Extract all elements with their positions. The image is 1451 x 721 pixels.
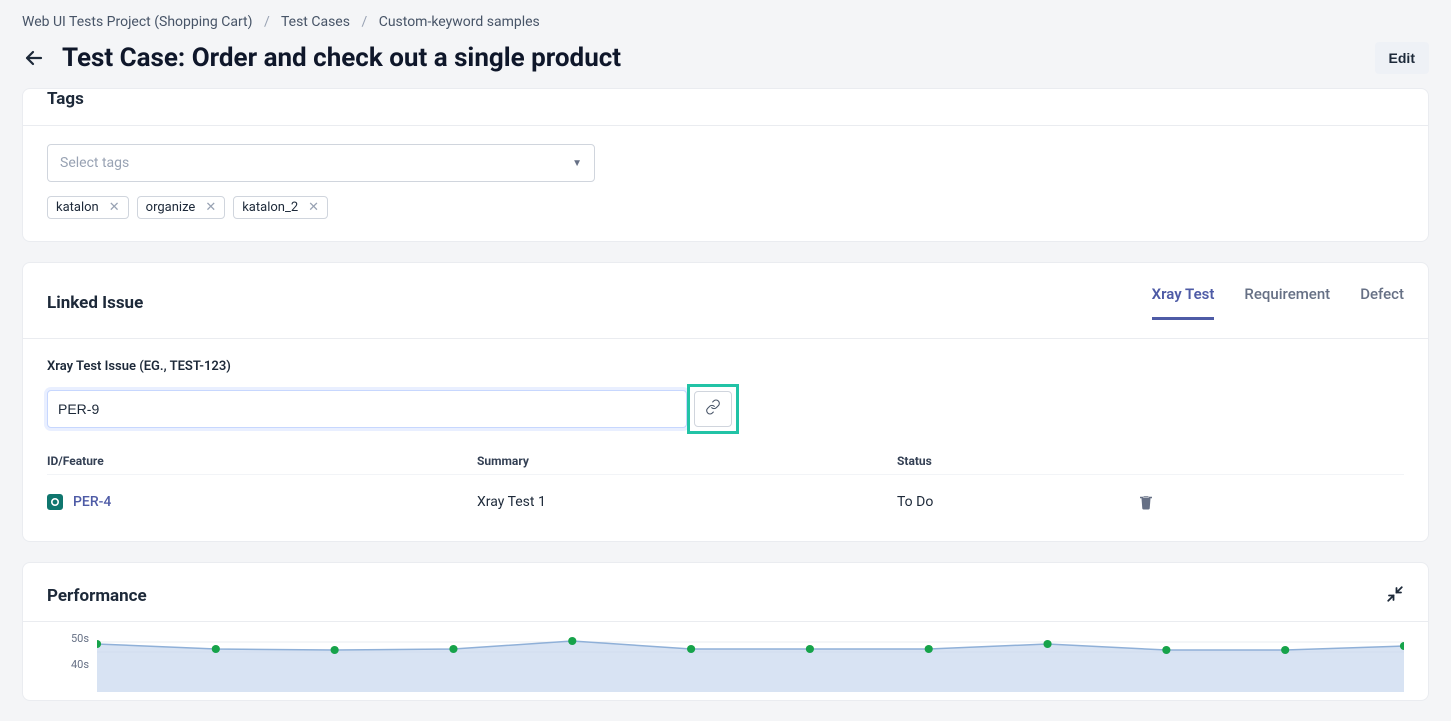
tag-chip: katalon ✕	[47, 196, 129, 219]
breadcrumb-sep: /	[361, 14, 367, 30]
linked-issue-title: Linked Issue	[47, 293, 143, 313]
tab-defect[interactable]: Defect	[1360, 285, 1404, 320]
tag-chip-label: katalon	[56, 200, 99, 215]
col-id: ID/Feature	[47, 454, 477, 468]
link-icon	[705, 399, 721, 419]
tags-title: Tags	[23, 89, 1428, 115]
tag-chip: katalon_2 ✕	[233, 196, 328, 219]
tags-card: Tags Select tags ▼ katalon ✕ organize ✕ …	[22, 88, 1429, 242]
caret-down-icon: ▼	[572, 158, 582, 169]
tags-select[interactable]: Select tags ▼	[47, 144, 595, 182]
page-header: Test Case: Order and check out a single …	[0, 36, 1451, 88]
breadcrumb-sep: /	[264, 14, 270, 30]
back-arrow-icon[interactable]	[22, 46, 46, 70]
issue-status: To Do	[897, 494, 1137, 510]
breadcrumb-level2[interactable]: Custom-keyword samples	[379, 14, 540, 30]
link-button-highlight	[687, 384, 739, 434]
edit-button[interactable]: Edit	[1375, 42, 1429, 74]
xray-issue-input[interactable]	[47, 390, 687, 428]
remove-tag-icon[interactable]: ✕	[308, 200, 319, 215]
collapse-icon[interactable]	[1386, 585, 1404, 607]
tab-requirement[interactable]: Requirement	[1244, 285, 1330, 320]
performance-title: Performance	[47, 586, 147, 606]
tab-xray-test[interactable]: Xray Test	[1152, 285, 1215, 320]
performance-card: Performance 50s 40s	[22, 562, 1429, 701]
linked-issue-table: ID/Feature Summary Status PER-4 Xray Tes…	[47, 448, 1404, 517]
col-summary: Summary	[477, 454, 897, 468]
tag-chips: katalon ✕ organize ✕ katalon_2 ✕	[47, 196, 1404, 219]
issue-id-link[interactable]: PER-4	[73, 494, 111, 510]
delete-issue-button[interactable]	[1137, 493, 1197, 511]
tags-select-placeholder: Select tags	[60, 155, 129, 171]
issue-type-icon	[47, 494, 63, 510]
y-tick: 40s	[59, 658, 89, 684]
y-tick: 50s	[59, 632, 89, 658]
xray-issue-label: Xray Test Issue (EG., TEST-123)	[47, 359, 1404, 374]
tag-chip: organize ✕	[137, 196, 226, 219]
breadcrumb-level1[interactable]: Test Cases	[281, 14, 350, 30]
issue-summary: Xray Test 1	[477, 494, 897, 510]
breadcrumb: Web UI Tests Project (Shopping Cart) / T…	[0, 0, 1451, 36]
remove-tag-icon[interactable]: ✕	[109, 200, 120, 215]
col-status: Status	[897, 454, 1137, 468]
tag-chip-label: organize	[146, 200, 196, 215]
table-row: PER-4 Xray Test 1 To Do	[47, 474, 1404, 517]
link-issue-button[interactable]	[694, 391, 732, 427]
linked-issue-card: Linked Issue Xray Test Requirement Defec…	[22, 262, 1429, 542]
performance-chart: 50s 40s	[23, 622, 1428, 700]
linked-issue-tabs: Xray Test Requirement Defect	[1152, 285, 1404, 320]
breadcrumb-root[interactable]: Web UI Tests Project (Shopping Cart)	[22, 14, 253, 30]
remove-tag-icon[interactable]: ✕	[205, 200, 216, 215]
tag-chip-label: katalon_2	[242, 200, 298, 215]
page-title: Test Case: Order and check out a single …	[62, 43, 621, 73]
chart-plot	[97, 632, 1404, 692]
